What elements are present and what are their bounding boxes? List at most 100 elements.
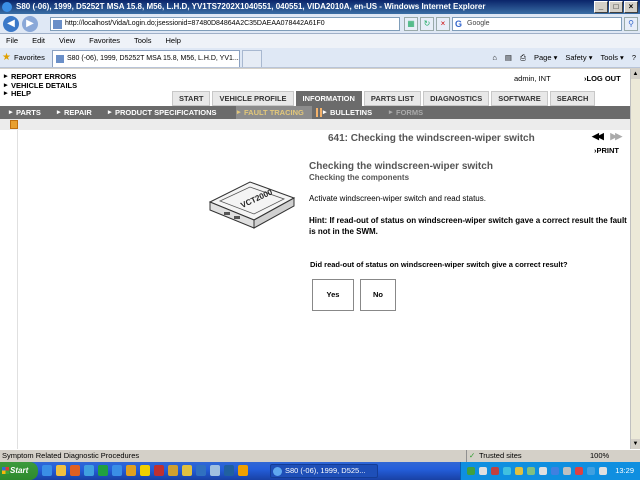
quicklaunch-app6-icon[interactable] bbox=[196, 465, 206, 476]
tab-search[interactable]: SEARCH bbox=[549, 91, 596, 106]
quicklaunch-app5-icon[interactable] bbox=[182, 465, 192, 476]
search-input[interactable]: G Google bbox=[452, 17, 622, 31]
tray-icon-5[interactable] bbox=[515, 467, 523, 475]
quicklaunch-app3-icon[interactable] bbox=[126, 465, 136, 476]
tray-icon-1[interactable] bbox=[467, 467, 475, 475]
stop-icon[interactable]: × bbox=[436, 17, 450, 31]
question-text: Did read-out of status on windscreen-wip… bbox=[310, 260, 568, 269]
search-icon[interactable]: ⚲ bbox=[624, 17, 638, 31]
print-icon[interactable]: ⎙ bbox=[520, 51, 526, 65]
feeds-icon[interactable]: ▤ bbox=[505, 51, 512, 65]
tab-vehicle-profile[interactable]: VEHICLE PROFILE bbox=[212, 91, 294, 106]
quicklaunch-tools-icon[interactable] bbox=[168, 465, 178, 476]
subtab-repair[interactable]: REPAIR bbox=[56, 106, 92, 119]
help-link[interactable]: HELP bbox=[4, 89, 77, 99]
vct2000-device-image: VCT2000 bbox=[208, 181, 296, 229]
tab-parts-list[interactable]: PARTS LIST bbox=[363, 91, 422, 106]
subtab-bulletins[interactable]: BULLETINS bbox=[322, 106, 372, 119]
safety-menu[interactable]: Safety ▾ bbox=[565, 51, 592, 65]
scroll-up-icon[interactable]: ▲ bbox=[631, 69, 640, 79]
taskbar-clock: 13:29 bbox=[615, 466, 634, 475]
taskbar-item-label: S80 (-06), 1999, D525... bbox=[285, 466, 366, 475]
page-menu[interactable]: Page ▾ bbox=[534, 51, 557, 65]
hint-text: Hint: If read-out of status on windscree… bbox=[309, 216, 627, 236]
start-button[interactable]: Start bbox=[0, 462, 38, 480]
page-heading: 641: Checking the windscreen-wiper switc… bbox=[328, 133, 535, 144]
minimize-button[interactable]: _ bbox=[594, 1, 608, 13]
tray-icon-4[interactable] bbox=[503, 467, 511, 475]
taskbar-ie-window[interactable]: S80 (-06), 1999, D525... bbox=[270, 464, 378, 478]
logout-link[interactable]: LOG OUT bbox=[584, 74, 621, 83]
forward-arrow-icon[interactable]: ▶ bbox=[22, 16, 38, 32]
tab-information[interactable]: INFORMATION bbox=[295, 91, 362, 106]
sub-navigation: PARTS REPAIR PRODUCT SPECIFICATIONS FAUL… bbox=[0, 106, 630, 119]
no-button[interactable]: No bbox=[360, 279, 396, 311]
favorites-button[interactable]: ★ Favorites bbox=[2, 51, 45, 65]
menu-view[interactable]: View bbox=[59, 34, 75, 48]
google-icon: G bbox=[455, 19, 463, 29]
menu-file[interactable]: File bbox=[6, 34, 18, 48]
window-controls: _ □ × bbox=[594, 1, 638, 13]
quicklaunch-app2-icon[interactable] bbox=[98, 465, 108, 476]
menu-tools[interactable]: Tools bbox=[134, 34, 152, 48]
step-navigation: ◀◀ ▶▶ bbox=[592, 131, 622, 142]
quicklaunch-ie2-icon[interactable] bbox=[112, 465, 122, 476]
close-button[interactable]: × bbox=[624, 1, 638, 13]
next-step-icon[interactable]: ▶▶ bbox=[610, 131, 622, 141]
scroll-down-icon[interactable]: ▼ bbox=[631, 439, 640, 449]
quicklaunch-app9-icon[interactable] bbox=[238, 465, 248, 476]
quicklaunch-app7-icon[interactable] bbox=[210, 465, 220, 476]
home-icon[interactable]: ⌂ bbox=[492, 51, 497, 65]
tray-icon-10[interactable] bbox=[575, 467, 583, 475]
tray-icon-9[interactable] bbox=[563, 467, 571, 475]
tray-icon-3[interactable] bbox=[491, 467, 499, 475]
task-ie-icon bbox=[273, 467, 282, 476]
procedure-title: Checking the windscreen-wiper switch bbox=[309, 161, 493, 172]
tab-start[interactable]: START bbox=[172, 91, 211, 106]
tab-diagnostics[interactable]: DIAGNOSTICS bbox=[423, 91, 490, 106]
menu-favorites[interactable]: Favorites bbox=[89, 34, 120, 48]
compatibility-icon[interactable]: ▦ bbox=[404, 17, 418, 31]
quicklaunch-ie-icon[interactable] bbox=[42, 465, 52, 476]
new-tab-button[interactable] bbox=[242, 50, 262, 67]
subtab-fault-tracing[interactable]: FAULT TRACING bbox=[236, 106, 312, 119]
tray-icon-8[interactable] bbox=[551, 467, 559, 475]
browser-tab[interactable]: S80 (-06), 1999, D5252T MSA 15.8, M56, L… bbox=[52, 50, 240, 67]
tray-icon-6[interactable] bbox=[527, 467, 535, 475]
folder-icon[interactable] bbox=[10, 120, 18, 129]
yes-button[interactable]: Yes bbox=[312, 279, 354, 311]
tray-icon-7[interactable] bbox=[539, 467, 547, 475]
previous-step-icon[interactable]: ◀◀ bbox=[592, 131, 604, 141]
print-link[interactable]: PRINT bbox=[594, 146, 620, 155]
menu-edit[interactable]: Edit bbox=[32, 34, 45, 48]
command-bar: ⌂ ▤ ⎙ Page ▾ Safety ▾ Tools ▾ ? bbox=[492, 51, 636, 65]
tray-icon-11[interactable] bbox=[587, 467, 595, 475]
favorites-bar: ★ Favorites S80 (-06), 1999, D5252T MSA … bbox=[0, 48, 640, 68]
tray-volume-icon[interactable] bbox=[599, 467, 607, 475]
tools-menu[interactable]: Tools ▾ bbox=[600, 51, 623, 65]
menu-help[interactable]: Help bbox=[166, 34, 181, 48]
quicklaunch-app8-icon[interactable] bbox=[224, 465, 234, 476]
page-icon bbox=[53, 20, 62, 29]
vertical-scrollbar[interactable]: ▲ ▼ bbox=[630, 69, 640, 449]
url-input[interactable]: http://localhost/Vida/Login.do;jsessioni… bbox=[50, 17, 400, 31]
quicklaunch-folder-icon[interactable] bbox=[56, 465, 66, 476]
help-icon[interactable]: ? bbox=[632, 51, 636, 65]
tab-software[interactable]: SOFTWARE bbox=[491, 91, 548, 106]
main-tabs: START VEHICLE PROFILE INFORMATION PARTS … bbox=[172, 91, 596, 106]
zoom-level[interactable]: 100% bbox=[590, 450, 609, 462]
subtab-parts[interactable]: PARTS bbox=[8, 106, 41, 119]
refresh-icon[interactable]: ↻ bbox=[420, 17, 434, 31]
maximize-button[interactable]: □ bbox=[609, 1, 623, 13]
address-bar-row: ◀ ▶ http://localhost/Vida/Login.do;jsess… bbox=[0, 14, 640, 34]
subtab-forms[interactable]: FORMS bbox=[388, 106, 423, 119]
taskbar: Start S80 (-06), 1999, D525... 13:29 bbox=[0, 462, 640, 480]
quicklaunch-media-icon[interactable] bbox=[70, 465, 80, 476]
status-text: Symptom Related Diagnostic Procedures bbox=[2, 451, 140, 460]
quicklaunch-smiley-icon[interactable] bbox=[140, 465, 150, 476]
back-arrow-icon[interactable]: ◀ bbox=[3, 16, 19, 32]
quicklaunch-app4-icon[interactable] bbox=[154, 465, 164, 476]
quicklaunch-app-icon[interactable] bbox=[84, 465, 94, 476]
subtab-product-specifications[interactable]: PRODUCT SPECIFICATIONS bbox=[107, 106, 217, 119]
tray-icon-2[interactable] bbox=[479, 467, 487, 475]
